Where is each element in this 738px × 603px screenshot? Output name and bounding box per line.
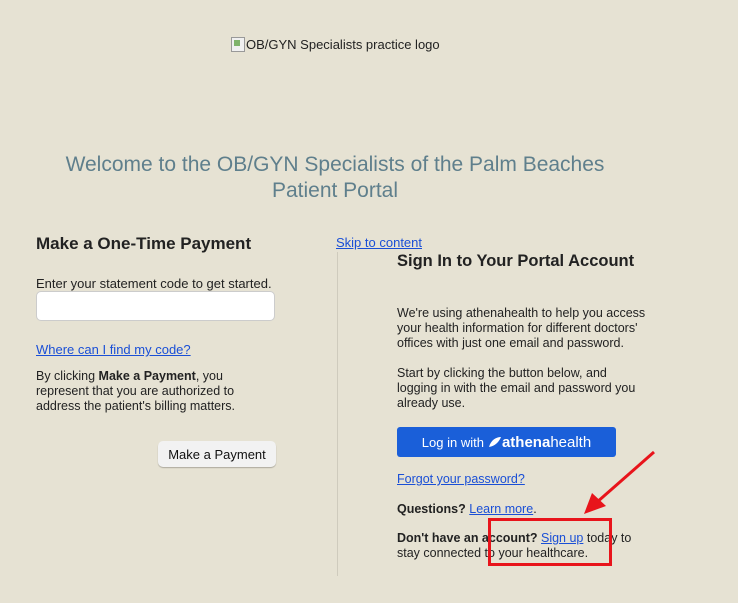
questions-label: Questions? bbox=[397, 502, 466, 516]
forgot-password-link[interactable]: Forgot your password? bbox=[397, 472, 525, 487]
page-title: Welcome to the OB/GYN Specialists of the… bbox=[0, 152, 670, 204]
page-title-line1: Welcome to the OB/GYN Specialists of the… bbox=[65, 153, 605, 176]
login-button-label: Log in with bbox=[421, 434, 484, 450]
payment-hint: Enter your statement code to get started… bbox=[36, 276, 272, 291]
column-divider bbox=[337, 252, 338, 576]
page-title-line2: Patient Portal bbox=[271, 179, 399, 202]
broken-image-icon bbox=[231, 37, 245, 52]
annotation-arrow-icon bbox=[584, 450, 655, 514]
make-payment-button[interactable]: Make a Payment bbox=[158, 441, 276, 467]
signin-section: Sign In to Your Portal Account bbox=[397, 251, 637, 272]
payment-section: Make a One-Time Payment Enter your state… bbox=[36, 234, 281, 291]
payment-title: Make a One-Time Payment bbox=[36, 234, 252, 253]
signin-title: Sign In to Your Portal Account bbox=[397, 252, 635, 270]
statement-code-input[interactable] bbox=[36, 291, 275, 321]
logo-alt-text: OB/GYN Specialists practice logo bbox=[246, 37, 440, 52]
athena-leaf-icon bbox=[488, 437, 501, 447]
learn-more-period: . bbox=[533, 502, 537, 516]
signin-intro-text: We're using athenahealth to help you acc… bbox=[397, 306, 646, 350]
signin-instructions-text: Start by clicking the button below, and … bbox=[397, 366, 636, 410]
skip-to-content-link[interactable]: Skip to content bbox=[336, 235, 422, 250]
find-code-link[interactable]: Where can I find my code? bbox=[36, 342, 191, 357]
brand-bold: athena bbox=[501, 433, 551, 451]
disclaimer-text-pre: By clicking bbox=[36, 369, 99, 383]
learn-more-link[interactable]: Learn more bbox=[469, 502, 533, 516]
payment-disclaimer: By clicking Make a Payment, you represen… bbox=[36, 369, 241, 414]
disclaimer-text-bold: Make a Payment bbox=[98, 369, 196, 383]
practice-logo: OB/GYN Specialists practice logo bbox=[231, 37, 440, 52]
